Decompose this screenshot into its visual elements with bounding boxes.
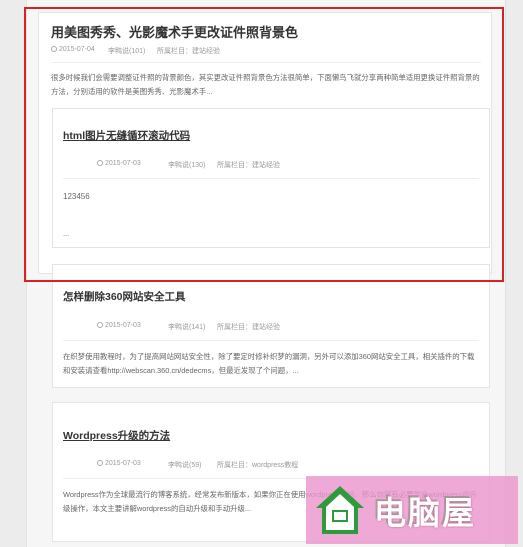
post-meta: 2015-07-03 李鸭说(59) 所属栏目：wordpress教程 [97,460,477,470]
post-author-link[interactable]: 李鸭说(141) [168,322,205,332]
clock-icon [97,460,103,466]
post-excerpt: 123456 [63,192,90,201]
watermark-text: 电脑屋 [374,495,477,531]
post-category-link[interactable]: 所属栏目：建站经验 [157,46,220,56]
divider [63,340,479,341]
post-date: 2015-07-03 [97,460,141,467]
post-title-link[interactable]: Wordpress升级的方法 [63,428,170,443]
post-title-link[interactable]: 怎样删除360网站安全工具 [63,289,186,304]
clock-icon [51,46,57,52]
post-meta: 2015-07-03 李鸭说(130) 所属栏目：建站经验 [97,160,477,170]
house-logo-icon [316,486,364,534]
post-excerpt: 很多时候我们会需要调整证件照的背景颜色，其实更改证件照背景色方法很简单，下面懒鸟… [51,73,480,96]
post-title-link[interactable]: 用美图秀秀、光影魔术手更改证件照背景色 [51,22,298,41]
post-category-link[interactable]: 所属栏目：建站经验 [217,322,280,332]
post-title-link[interactable]: html图片无缝循环滚动代码 [63,128,190,143]
post-meta: 2015-07-03 李鸭说(141) 所属栏目：建站经验 [97,322,477,332]
divider [63,178,479,179]
post-meta: 2015-07-04 李鸭说(101) 所属栏目：建站经验 [51,46,471,56]
site-watermark: 电脑屋 电脑屋 [306,476,518,544]
post-excerpt: 在织梦使用教程时，为了提高网站网站安全性，除了要定时修补织梦的漏洞，另外可以添加… [63,352,475,375]
post-author-link[interactable]: 李鸭说(130) [168,160,205,170]
post-date: 2015-07-03 [97,322,141,329]
post-date: 2015-07-03 [97,160,141,167]
post-category-link[interactable]: 所属栏目：wordpress教程 [217,460,298,470]
post-author-link[interactable]: 李鸭说(59) [168,460,201,470]
clock-icon [97,322,103,328]
divider [51,62,481,63]
read-more-ellipsis[interactable]: ... [63,227,103,241]
post-author-link[interactable]: 李鸭说(101) [108,46,145,56]
post-category-link[interactable]: 所属栏目：建站经验 [217,160,280,170]
clock-icon [97,160,103,166]
post-date: 2015-07-04 [51,46,95,53]
